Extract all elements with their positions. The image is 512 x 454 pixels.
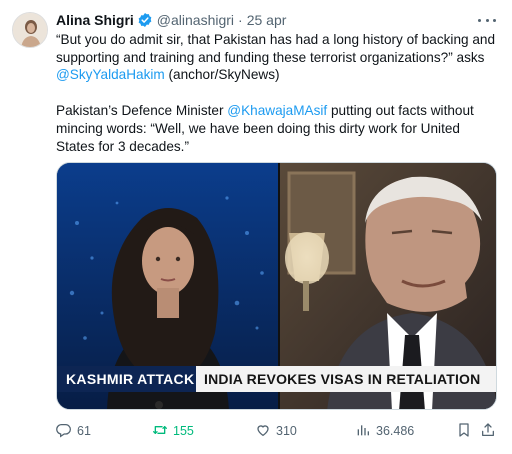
like-count: 310 [276, 424, 297, 438]
header-separator: · [238, 12, 243, 28]
repost-icon [152, 422, 168, 441]
reply-button[interactable]: 61 [56, 421, 91, 441]
more-options-icon[interactable] [478, 13, 496, 27]
tweet-actions: 61 155 310 36.486 [56, 421, 496, 441]
repost-button[interactable]: 155 [152, 421, 194, 441]
bookmark-icon [456, 422, 472, 441]
like-icon [255, 422, 271, 441]
caption-kashmir-attack: KASHMIR ATTACK [57, 366, 196, 392]
share-button[interactable] [480, 421, 496, 441]
anchor-note: (anchor/SkyNews) [164, 67, 280, 83]
tweet-paragraph-2: Pakistan’s Defence Minister @KhawajaMAsi… [56, 102, 496, 155]
bookmark-button[interactable] [456, 421, 472, 441]
mention-link[interactable]: @KhawajaMAsif [227, 103, 327, 118]
views-icon [355, 422, 371, 441]
tweet-paragraph-1: “But you do admit sir, that Pakistan has… [56, 31, 496, 84]
author-handle[interactable]: @alinashigri [157, 12, 234, 28]
author-name[interactable]: Alina Shigri [56, 12, 134, 28]
caption-headline: INDIA REVOKES VISAS IN RETALIATION [196, 366, 496, 392]
quote-text: “But you do admit sir, that Pakistan has… [56, 32, 496, 65]
tweet-header: Alina Shigri @alinashigri · 25 apr [56, 10, 286, 30]
news-caption: KASHMIR ATTACK INDIA REVOKES VISAS IN RE… [57, 366, 496, 392]
tweet-date[interactable]: 25 apr [247, 12, 287, 28]
views-button[interactable]: 36.486 [355, 421, 414, 441]
share-icon [480, 422, 496, 441]
tweet-text: “But you do admit sir, that Pakistan has… [56, 31, 496, 155]
reply-icon [56, 422, 72, 441]
repost-count: 155 [173, 424, 194, 438]
tweet-video[interactable]: KASHMIR ATTACK INDIA REVOKES VISAS IN RE… [56, 162, 497, 410]
avatar[interactable] [12, 12, 48, 48]
tweet: Alina Shigri @alinashigri · 25 apr “But … [0, 0, 512, 454]
like-button[interactable]: 310 [255, 421, 297, 441]
mention-link[interactable]: @SkyYaldaHakim [56, 67, 165, 82]
reply-count: 61 [77, 424, 91, 438]
views-count: 36.486 [376, 424, 415, 438]
verified-badge-icon [137, 12, 153, 28]
para2-start: Pakistan’s Defence Minister [56, 103, 228, 119]
